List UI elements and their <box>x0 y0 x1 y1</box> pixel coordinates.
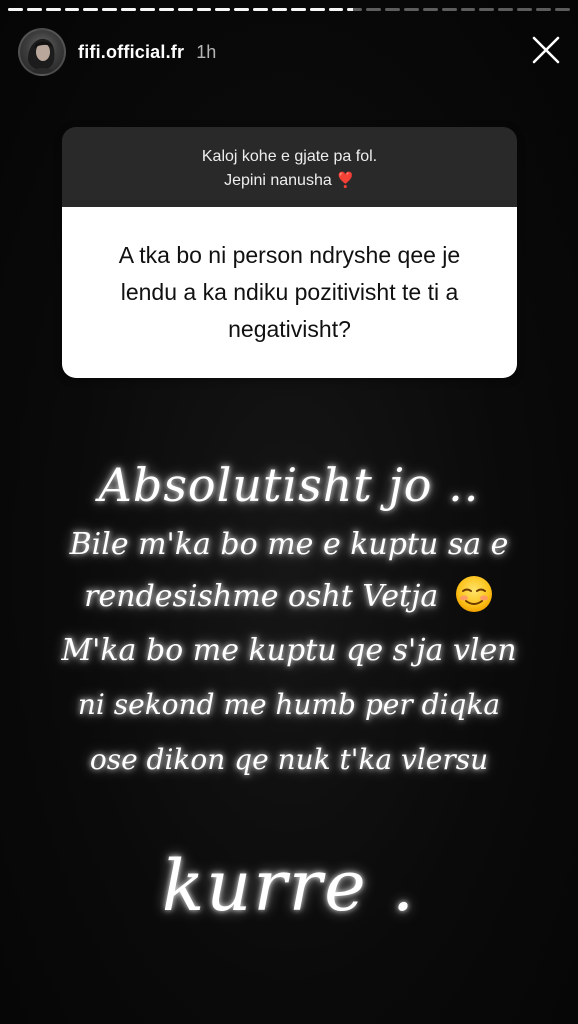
progress-segment <box>140 8 155 11</box>
progress-segment <box>177 8 193 11</box>
heart-exclamation-icon: ❣️ <box>336 172 355 189</box>
answer-line-3: rendesishme osht Vetja <box>0 576 578 618</box>
progress-segment-fill <box>83 8 99 11</box>
progress-segment <box>45 8 61 11</box>
answer-line-1: Absolutisht jo .. <box>98 458 480 512</box>
progress-segment <box>253 8 269 11</box>
progress-segment-fill <box>290 8 306 11</box>
progress-segment-fill <box>177 8 193 11</box>
progress-segment-fill <box>234 8 250 11</box>
progress-segment <box>26 8 42 11</box>
avatar-portrait-icon <box>28 38 56 74</box>
answer-line-6: ose dikon qe nuk t'ka vlersu <box>89 743 489 776</box>
smiling-face-emoji-icon <box>455 576 492 612</box>
close-button[interactable] <box>528 32 564 68</box>
progress-segment <box>196 8 212 11</box>
progress-segment <box>309 8 325 11</box>
progress-segment <box>347 8 363 11</box>
question-prompt: Kaloj kohe e gjate pa fol. Jepini nanush… <box>62 127 517 207</box>
answer-line-5: ni sekond me humb per diqka <box>77 688 501 721</box>
story-view[interactable]: fifi.official.fr 1h Kaloj kohe e gjate p… <box>0 0 578 1024</box>
progress-segment-fill <box>26 8 42 11</box>
progress-segment-fill <box>158 8 174 11</box>
prompt-line-2: Jepini nanusha ❣️ <box>82 169 497 193</box>
progress-segment <box>234 8 250 11</box>
close-icon <box>532 36 560 64</box>
progress-segment-fill <box>272 8 287 11</box>
progress-segment <box>215 8 231 11</box>
prompt-line-2-text: Jepini nanusha <box>224 172 332 189</box>
progress-segment <box>158 8 174 11</box>
progress-segment <box>328 8 344 11</box>
progress-segment-fill <box>140 8 155 11</box>
progress-segment <box>290 8 306 11</box>
progress-segment <box>554 8 570 11</box>
answer-line-4: M'ka bo me kuptu qe s'ja vlen <box>61 633 517 668</box>
prompt-line-1: Kaloj kohe e gjate pa fol. <box>201 148 378 165</box>
username[interactable]: fifi.official.fr <box>78 42 184 63</box>
answer-line-3-text: rendesishme osht Vetja <box>84 579 439 614</box>
progress-segment <box>460 8 476 11</box>
progress-segment-fill <box>121 8 137 11</box>
progress-segment <box>517 8 533 11</box>
progress-segment-fill <box>45 8 61 11</box>
progress-segment-fill <box>196 8 212 11</box>
progress-segment <box>64 8 80 11</box>
question-text: A tka bo ni person ndryshe qee je lendu … <box>62 207 517 378</box>
progress-segment <box>121 8 137 11</box>
story-header: fifi.official.fr 1h <box>18 26 216 78</box>
progress-segment <box>404 8 419 11</box>
progress-segment <box>83 8 99 11</box>
progress-segment-fill <box>215 8 231 11</box>
answer-line-7: kurre . <box>161 845 417 927</box>
progress-segment <box>385 8 401 11</box>
progress-segment-fill <box>8 8 23 11</box>
answer-line-2: Bile m'ka bo me e kuptu sa e <box>69 527 509 562</box>
time-ago: 1h <box>196 41 217 62</box>
progress-segment-fill <box>253 8 269 11</box>
progress-segment-fill <box>328 8 344 11</box>
progress-segment <box>536 8 551 11</box>
avatar[interactable] <box>18 28 66 76</box>
progress-segment <box>102 8 118 11</box>
progress-segment <box>272 8 287 11</box>
progress-segment <box>479 8 495 11</box>
progress-segment-fill <box>102 8 118 11</box>
progress-segment <box>366 8 382 11</box>
question-sticker[interactable]: Kaloj kohe e gjate pa fol. Jepini nanush… <box>62 127 517 378</box>
progress-segment <box>422 8 438 11</box>
progress-segment-fill <box>64 8 80 11</box>
progress-segment-fill <box>309 8 325 11</box>
story-progress-bar <box>8 8 570 11</box>
progress-segment <box>8 8 23 11</box>
progress-segment <box>441 8 457 11</box>
progress-segment-fill <box>347 8 354 11</box>
progress-segment <box>498 8 514 11</box>
